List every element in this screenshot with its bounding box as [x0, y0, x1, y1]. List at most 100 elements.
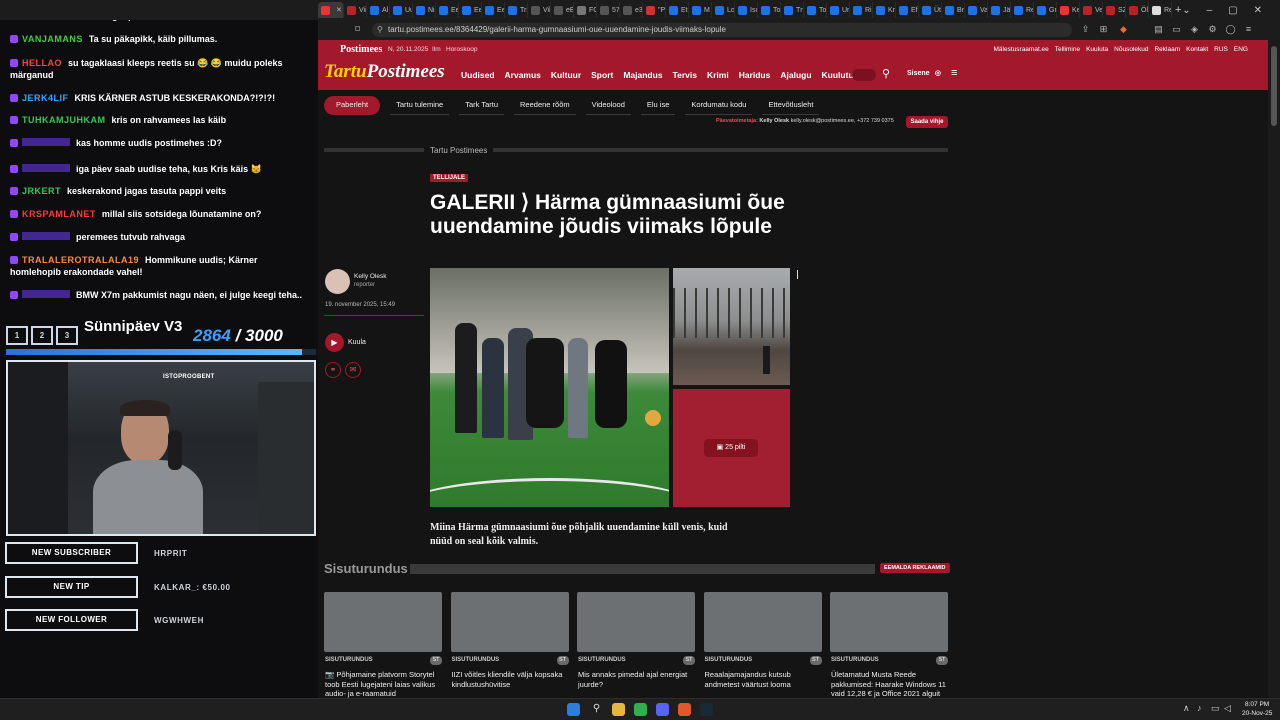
hamburger-icon[interactable]: ≡ [951, 67, 957, 79]
volume-icon[interactable]: ◁ [1224, 703, 1231, 714]
site-info-icon[interactable]: ⚲ [377, 23, 383, 37]
minimize-icon[interactable]: – [1207, 5, 1213, 16]
postimees-small-logo[interactable]: Postimees [340, 44, 382, 55]
browser-tab[interactable]: Ni [413, 2, 436, 18]
email-share-icon[interactable]: ✉ [345, 362, 361, 378]
maximize-icon[interactable]: ▢ [1228, 5, 1237, 16]
start-icon[interactable] [567, 703, 580, 716]
horoscope-link[interactable]: Horoskoop [446, 46, 477, 53]
clock-time[interactable]: 8:07 PM [1245, 701, 1269, 708]
subnav-item[interactable]: Videolood [585, 96, 631, 115]
gallery-main-image[interactable] [430, 268, 669, 507]
browser-tab[interactable]: Lo [712, 2, 735, 18]
brave-icon[interactable] [678, 703, 691, 716]
sponsored-image[interactable] [830, 592, 948, 652]
app-icon[interactable] [634, 703, 647, 716]
browser-tab[interactable]: Gr [1034, 2, 1057, 18]
weather-link[interactable]: Ilm [432, 46, 441, 53]
steam-icon[interactable] [700, 703, 713, 716]
top-link[interactable]: Mälestusraamat.ee [994, 46, 1049, 53]
subnav-item[interactable]: Tartu tulemine [390, 96, 450, 115]
author-name[interactable]: Kelly Olesk [354, 273, 387, 280]
browser-tab[interactable]: Öl [1126, 2, 1149, 18]
browser-tab[interactable]: FC [574, 2, 597, 18]
listen-label[interactable]: Kuula [348, 339, 366, 346]
nav-item[interactable]: Majandus [623, 70, 662, 80]
browser-tab[interactable]: Uu [390, 2, 413, 18]
top-link[interactable]: Tellimine [1055, 46, 1080, 53]
top-link[interactable]: RUS [1214, 46, 1228, 53]
browser-tab[interactable]: Ve [1080, 2, 1103, 18]
browser-tab[interactable]: eE [551, 2, 574, 18]
browser-tab[interactable]: ✕ [318, 2, 344, 18]
browser-tab[interactable]: Tri [505, 2, 528, 18]
sponsored-title[interactable]: Ületamatud Musta Reede pakkumised: Haara… [831, 670, 949, 698]
top-link[interactable]: Kuuluta [1086, 46, 1108, 53]
tartu-postimees-logo[interactable]: TartuPostimees [324, 61, 445, 83]
nav-item[interactable]: Ajalugu [780, 70, 811, 80]
search-icon[interactable]: ⚲ [882, 67, 890, 80]
share-icon[interactable]: ⇪ [1080, 24, 1091, 35]
settings-icon[interactable]: ⚙ [1207, 24, 1218, 35]
top-link[interactable]: ENG [1234, 46, 1248, 53]
browser-tab[interactable]: e3 [620, 2, 643, 18]
dark-mode-toggle[interactable] [852, 69, 876, 81]
vpn-icon[interactable]: ◈ [1189, 24, 1200, 35]
browser-tab[interactable]: Ee [436, 2, 459, 18]
browser-tab[interactable]: To [804, 2, 827, 18]
subnav-item[interactable]: Tark Tartu [459, 96, 505, 115]
search-taskbar-icon[interactable]: ⚲ [590, 703, 603, 716]
nav-item[interactable]: Uudised [461, 70, 495, 80]
browser-tab[interactable]: Tn [781, 2, 804, 18]
listen-button[interactable]: ▶ [325, 333, 344, 352]
tab-search-icon[interactable]: ⌄ [1182, 5, 1190, 16]
close-icon[interactable]: ✕ [1254, 5, 1262, 16]
signin-button[interactable]: Sisene ◎ [899, 67, 941, 81]
nav-item[interactable]: Krimi [707, 70, 729, 80]
nav-item[interactable]: Tervis [673, 70, 697, 80]
nav-item[interactable]: Kultuur [551, 70, 581, 80]
nav-item[interactable]: Haridus [739, 70, 771, 80]
sponsored-image[interactable] [703, 592, 822, 652]
brave-shield-icon[interactable]: ◆ [1118, 24, 1129, 35]
nav-item[interactable]: Arvamus [505, 70, 541, 80]
browser-tab[interactable]: To [758, 2, 781, 18]
sponsored-title[interactable]: 📷 Põhjamaine platvorm Storytel toob Eest… [325, 670, 443, 698]
browser-tab[interactable]: Re [1011, 2, 1034, 18]
browser-tab[interactable]: Re [1149, 2, 1172, 18]
browser-tab[interactable]: Ur [827, 2, 850, 18]
browser-tab[interactable]: 57 [597, 2, 620, 18]
browser-tab[interactable]: Vil [528, 2, 551, 18]
url-field[interactable]: ⚲ tartu.postimees.ee/8364429/galerii-har… [372, 23, 1072, 37]
profile-icon[interactable]: ◯ [1225, 24, 1236, 35]
sponsored-image[interactable] [577, 592, 695, 652]
browser-tab[interactable]: Ke [1057, 2, 1080, 18]
file-explorer-icon[interactable] [612, 703, 625, 716]
discord-icon[interactable] [656, 703, 669, 716]
sponsored-title[interactable]: IIZI võitles kliendile välja kopsaka kin… [452, 670, 570, 689]
clock-date[interactable]: 20-Nov-25 [1242, 710, 1272, 717]
author-avatar[interactable] [325, 269, 350, 294]
browser-tab[interactable]: Jä [988, 2, 1011, 18]
sponsored-image[interactable] [324, 592, 442, 652]
browser-tab[interactable]: Ef [896, 2, 919, 18]
sidebar-icon[interactable]: ▤ [1153, 24, 1164, 35]
gallery-count-pill[interactable]: ▣ 25 pilti [704, 439, 758, 457]
sponsored-title[interactable]: Reaalajamajandus kutsub andmetest väärtu… [705, 670, 823, 689]
gallery-more-tile[interactable]: ▣ 25 pilti [673, 389, 790, 507]
subnav-item[interactable]: Paberleht [324, 96, 381, 115]
sponsored-image[interactable] [450, 592, 569, 652]
nav-item[interactable]: Sport [591, 70, 613, 80]
browser-tab[interactable]: Al [367, 2, 390, 18]
browser-tab[interactable]: Ee [459, 2, 482, 18]
browser-tab[interactable]: Va [965, 2, 988, 18]
bookmark-icon[interactable]: ⌑ [352, 24, 363, 35]
browser-tab[interactable]: M [689, 2, 712, 18]
subnav-item[interactable]: Kordumatu kodu [685, 96, 753, 115]
close-tab-icon[interactable]: ✕ [336, 6, 342, 14]
copy-link-icon[interactable]: ⚭ [325, 362, 341, 378]
top-link[interactable]: Nõusolekud [1114, 46, 1148, 53]
browser-tab[interactable]: Kr [873, 2, 896, 18]
browser-tab[interactable]: Isu [735, 2, 758, 18]
remove-ads-button[interactable]: EEMALDA REKLAAMID [880, 563, 950, 573]
